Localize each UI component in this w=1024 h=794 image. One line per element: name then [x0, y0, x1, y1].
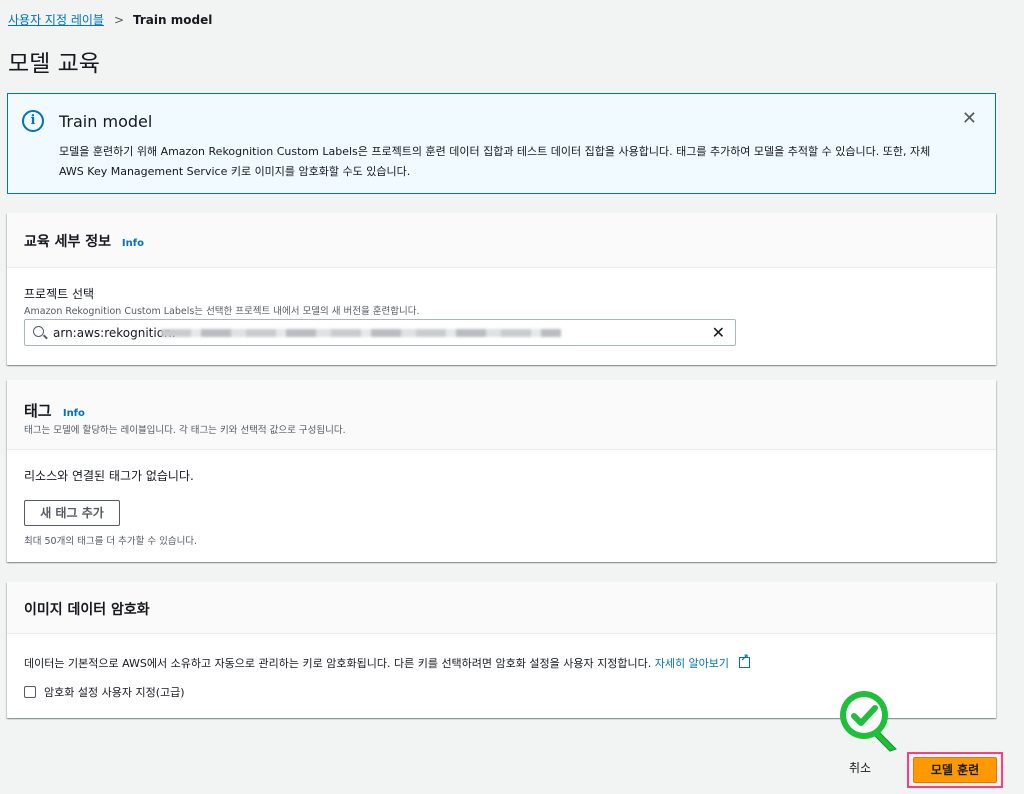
encryption-title: 이미지 데이터 암호화: [24, 602, 150, 618]
banner-text-line: AWS Key Management Service 키로 이미지를 암호화할 …: [59, 165, 411, 178]
breadcrumb-current: Train model: [133, 12, 213, 27]
no-tags-message: 리소스와 연결된 태그가 없습니다.: [24, 469, 194, 483]
breadcrumb: 사용자 지정 레이블 > Train model: [8, 11, 212, 28]
page-title: 모델 교육: [8, 51, 100, 77]
tags-description: 태그는 모델에 할당하는 레이블입니다. 각 태그는 키와 선택적 값으로 구성…: [24, 425, 346, 436]
encryption-text: 데이터는 기본적으로 AWS에서 소유하고 자동으로 관리하는 키로 암호화됩니…: [24, 657, 652, 670]
chevron-right-icon: >: [113, 12, 125, 27]
panel-title: 태그 Info: [24, 400, 85, 421]
external-link-icon: [738, 653, 750, 668]
project-select-label: 프로젝트 선택: [24, 287, 95, 301]
info-link[interactable]: Info: [63, 408, 85, 419]
close-icon[interactable]: ✕: [962, 108, 977, 129]
info-banner: i Train model 모델을 훈련하기 위해 Amazon Rekogni…: [7, 93, 996, 194]
banner-text-line: 모델을 훈련하기 위해 Amazon Rekognition Custom La…: [59, 145, 931, 158]
training-details-title: 교육 세부 정보: [24, 234, 112, 250]
add-tag-button[interactable]: 새 태그 추가: [24, 500, 120, 526]
training-details-panel: 교육 세부 정보 Info 프로젝트 선택 Amazon Rekognition…: [7, 213, 996, 365]
project-search-value: arn:aws:rekognition:: [53, 326, 176, 340]
panel-header: 교육 세부 정보 Info: [7, 213, 996, 268]
search-icon: [33, 326, 44, 337]
customize-encryption-checkbox[interactable]: [24, 686, 36, 698]
check-circle-icon: [840, 691, 897, 752]
customize-encryption-label: 암호화 설정 사용자 지정(고급): [44, 686, 185, 699]
train-model-button[interactable]: 모델 훈련: [913, 757, 997, 783]
redacted-arn: [161, 329, 561, 337]
info-link[interactable]: Info: [122, 238, 144, 249]
breadcrumb-link-custom-labels[interactable]: 사용자 지정 레이블: [8, 11, 104, 28]
panel-title: 교육 세부 정보 Info: [24, 231, 144, 251]
tags-title: 태그: [24, 402, 52, 420]
customize-encryption-option[interactable]: 암호화 설정 사용자 지정(고급): [24, 684, 185, 700]
tags-panel: 태그 Info 태그는 모델에 할당하는 레이블입니다. 각 태그는 키와 선택…: [7, 380, 996, 562]
banner-title: Train model: [59, 112, 153, 131]
learn-more-link[interactable]: 자세히 알아보기: [655, 657, 729, 670]
info-icon: i: [22, 110, 44, 132]
tag-limit-text: 최대 50개의 태그를 더 추가할 수 있습니다.: [24, 536, 198, 547]
project-search-input[interactable]: arn:aws:rekognition: ✕: [24, 319, 736, 346]
panel-header: 이미지 데이터 암호화: [7, 582, 996, 634]
panel-header: 태그 Info 태그는 모델에 할당하는 레이블입니다. 각 태그는 키와 선택…: [7, 380, 996, 450]
project-select-description: Amazon Rekognition Custom Labels는 선택한 프로…: [24, 306, 420, 317]
cancel-button[interactable]: 취소: [849, 759, 871, 776]
banner-text: 모델을 훈련하기 위해 Amazon Rekognition Custom La…: [59, 142, 959, 182]
clear-icon[interactable]: ✕: [712, 323, 725, 342]
encryption-description: 데이터는 기본적으로 AWS에서 소유하고 자동으로 관리하는 키로 암호화됩니…: [24, 653, 750, 671]
